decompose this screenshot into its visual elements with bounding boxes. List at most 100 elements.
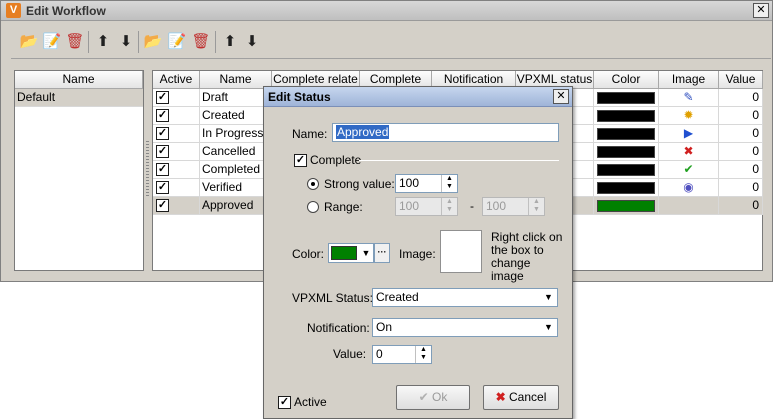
delete-workflow-icon[interactable]: 🗑 [64,31,86,53]
range-from-spinner[interactable]: ▲ ▼ [441,198,457,215]
vpxml-dropdown-icon[interactable]: ▼ [540,289,557,306]
window-title: Edit Workflow [26,4,106,18]
range-to-input[interactable]: 100 ▲ ▼ [482,197,545,216]
status-name-cell: Verified [200,179,272,197]
dialog-title-bar: Edit Status ✕ [264,87,572,107]
active-cell: ✓ [153,107,200,125]
row-active-checkbox[interactable]: ✓ [156,109,169,122]
spin-up-icon[interactable]: ▲ [442,198,457,206]
active-cell: ✓ [153,89,200,107]
dialog-title: Edit Status [268,90,331,104]
cancel-x-icon: ✖ [495,390,506,404]
column-header-name[interactable]: Name [200,71,272,89]
name-label: Name: [292,127,328,141]
status-color-cell [594,179,659,197]
strong-value-spinner[interactable]: ▲ ▼ [441,175,457,192]
row-active-checkbox[interactable]: ✓ [156,181,169,194]
spin-down-icon[interactable]: ▼ [442,206,457,214]
delete-status-icon[interactable]: 🗑 [190,31,212,53]
spin-up-icon[interactable]: ▲ [529,198,544,206]
color-more-button[interactable]: ··· [374,243,390,263]
active-cell: ✓ [153,179,200,197]
toolbar-separator [138,31,139,53]
spin-up-icon[interactable]: ▲ [416,346,431,354]
color-picker[interactable]: ▼ [328,243,374,263]
cancel-button[interactable]: ✖ Cancel [483,385,559,410]
range-from-input[interactable]: 100 ▲ ▼ [395,197,458,216]
spin-down-icon[interactable]: ▼ [529,206,544,214]
spin-down-icon[interactable]: ▼ [416,354,431,362]
row-active-checkbox[interactable]: ✓ [156,127,169,140]
notification-label: Notification: [307,321,370,335]
new-workflow-icon[interactable]: 📂 [18,31,40,53]
image-hint: Right click on the box to change image [491,230,563,283]
range-label: Range: [324,200,363,214]
status-image-cell: ✔ [659,161,719,179]
strong-value-radio[interactable] [307,178,319,190]
column-header-active[interactable]: Active [153,71,200,89]
name-input[interactable]: Approved [332,123,559,142]
complete-checkbox[interactable]: ✓ [294,154,307,167]
spin-up-icon[interactable]: ▲ [442,175,457,183]
color-swatch [597,164,655,176]
workflow-item-default[interactable]: Default [15,89,143,107]
notification-select[interactable]: On ▼ [372,318,558,337]
status-value-cell: 0 [719,179,763,197]
edit-status-dialog: Edit Status ✕ Name: Approved ✓ Complete … [263,86,573,419]
image-box[interactable] [440,230,482,273]
status-image-cell: ▶ [659,125,719,143]
color-swatch [597,182,655,194]
status-color-cell [594,143,659,161]
active-cell: ✓ [153,161,200,179]
row-active-checkbox[interactable]: ✓ [156,145,169,158]
status-name-cell: In Progress [200,125,272,143]
spin-down-icon[interactable]: ▼ [442,183,457,191]
color-label: Color: [292,247,325,261]
splitter-grip[interactable] [146,141,149,196]
ok-button-label: Ok [432,390,448,404]
completed-icon: ✔ [683,162,694,176]
value-input[interactable]: 0 ▲ ▼ [372,345,432,364]
workflow-list: Name Default [14,70,144,271]
row-active-checkbox[interactable]: ✓ [156,199,169,212]
move-status-up-icon[interactable]: ⬆ [219,31,241,53]
image-label: Image: [399,247,436,261]
cancelled-icon: ✖ [683,144,694,158]
dialog-close-button[interactable]: ✕ [553,89,569,104]
status-color-cell [594,107,659,125]
window-close-button[interactable]: ✕ [753,3,769,18]
active-checkbox[interactable]: ✓ [278,396,291,409]
value-spinner[interactable]: ▲ ▼ [415,346,431,363]
toolbar-separator [88,31,89,53]
status-value-cell: 0 [719,89,763,107]
edit-status-icon[interactable]: 📝 [166,31,188,53]
range-to-text: 100 [486,199,507,213]
range-to-spinner[interactable]: ▲ ▼ [528,198,544,215]
name-input-selected-text: Approved [336,125,390,139]
row-active-checkbox[interactable]: ✓ [156,91,169,104]
column-header-image[interactable]: Image [659,71,719,89]
move-status-down-icon[interactable]: ⬇ [241,31,263,53]
created-icon: ✹ [683,108,694,122]
toolbar-divider [11,58,771,59]
color-swatch [597,110,655,122]
ok-button[interactable]: ✔ Ok [396,385,470,410]
workflow-name-header[interactable]: Name [15,71,143,89]
vpxml-status-label: VPXML Status: [292,291,373,305]
vpxml-status-value: Created [376,290,419,304]
strong-value-input[interactable]: 100 ▲ ▼ [395,174,458,193]
color-swatch [597,146,655,158]
move-workflow-down-icon[interactable]: ⬇ [115,31,137,53]
edit-workflow-icon[interactable]: 📝 [41,31,63,53]
move-workflow-up-icon[interactable]: ⬆ [92,31,114,53]
status-name-cell: Cancelled [200,143,272,161]
new-status-icon[interactable]: 📂 [142,31,164,53]
row-active-checkbox[interactable]: ✓ [156,163,169,176]
color-dropdown-icon[interactable]: ▼ [359,245,373,262]
column-header-value[interactable]: Value [719,71,763,89]
notification-dropdown-icon[interactable]: ▼ [540,319,557,336]
strong-value-label: Strong value: [324,177,395,191]
range-radio[interactable] [307,201,319,213]
column-header-color[interactable]: Color [594,71,659,89]
vpxml-status-select[interactable]: Created ▼ [372,288,558,307]
